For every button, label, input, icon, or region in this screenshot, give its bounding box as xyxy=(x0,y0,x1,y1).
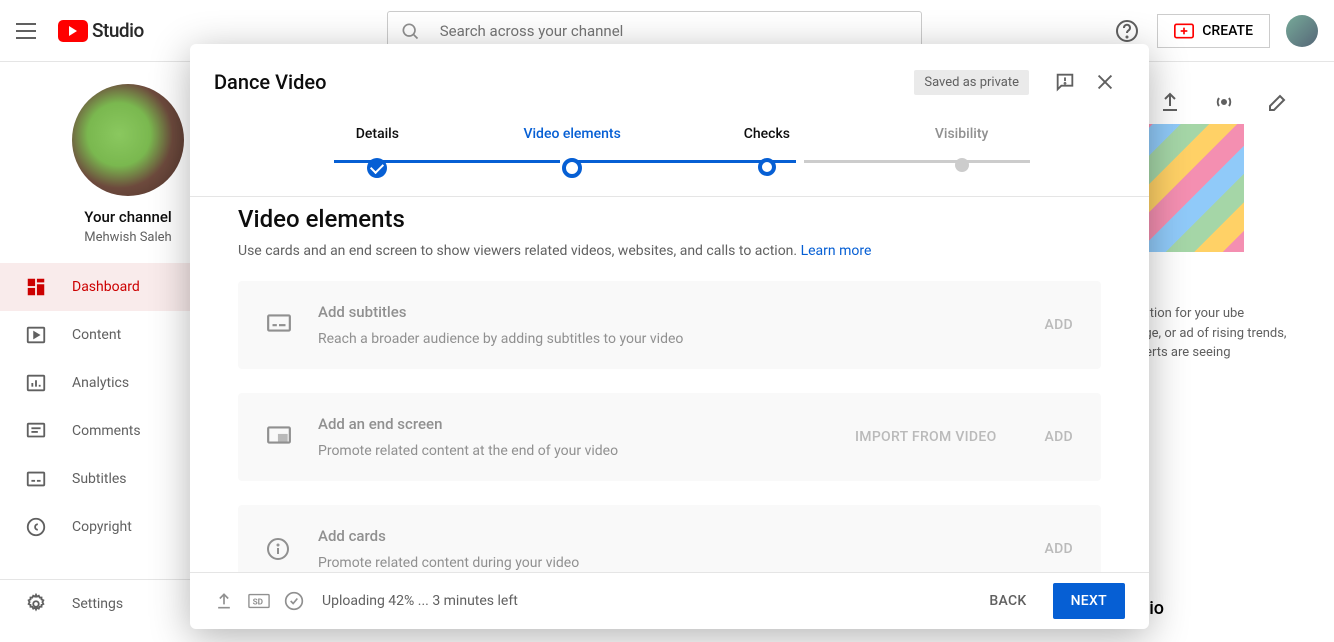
add-end-screen-button[interactable]: ADD xyxy=(1045,429,1073,445)
info-icon xyxy=(266,537,290,561)
stepper: Details Video elements Checks Visibility xyxy=(190,118,1149,197)
modal-header: Dance Video Saved as private xyxy=(190,44,1149,118)
card-title: Add subtitles xyxy=(318,303,1017,321)
end-screen-icon xyxy=(266,425,290,449)
import-from-video-button[interactable]: IMPORT FROM VIDEO xyxy=(855,429,997,445)
step-label: Details xyxy=(280,126,475,144)
check-circle-icon xyxy=(284,591,304,611)
step-label: Checks xyxy=(670,126,865,144)
card-title: Add cards xyxy=(318,527,1017,545)
step-label: Video elements xyxy=(475,126,670,144)
card-text: Add an end screen Promote related conten… xyxy=(318,415,827,459)
upload-modal: Dance Video Saved as private Details Vid… xyxy=(190,44,1149,629)
step-details[interactable]: Details xyxy=(280,126,475,178)
step-video-elements[interactable]: Video elements xyxy=(475,126,670,178)
card-desc: Promote related content at the end of yo… xyxy=(318,443,827,459)
learn-more-link[interactable]: Learn more xyxy=(801,243,872,259)
upload-status-text: Uploading 42% ... 3 minutes left xyxy=(322,593,963,609)
step-label: Visibility xyxy=(864,126,1059,144)
card-desc: Reach a broader audience by adding subti… xyxy=(318,331,1017,347)
svg-text:SD: SD xyxy=(253,598,264,608)
modal-footer: SD Uploading 42% ... 3 minutes left BACK… xyxy=(190,572,1149,629)
card-desc: Promote related content during your vide… xyxy=(318,555,1017,571)
subtitles-card: Add subtitles Reach a broader audience b… xyxy=(238,281,1101,369)
modal-title: Dance Video xyxy=(214,70,914,94)
step-disabled-icon xyxy=(955,158,969,172)
end-screen-card: Add an end screen Promote related conten… xyxy=(238,393,1101,481)
step-current-icon xyxy=(562,158,582,178)
check-icon xyxy=(367,158,387,178)
step-visibility[interactable]: Visibility xyxy=(864,126,1059,172)
close-icon[interactable] xyxy=(1085,62,1125,102)
next-button[interactable]: NEXT xyxy=(1053,583,1125,619)
section-desc-text: Use cards and an end screen to show view… xyxy=(238,243,801,259)
sd-icon: SD xyxy=(248,593,270,609)
subtitles-icon xyxy=(266,313,290,337)
back-button[interactable]: BACK xyxy=(977,583,1038,619)
modal-body: Video elements Use cards and an end scre… xyxy=(190,197,1149,572)
card-title: Add an end screen xyxy=(318,415,827,433)
add-cards-button[interactable]: ADD xyxy=(1045,541,1073,557)
feedback-icon[interactable] xyxy=(1045,62,1085,102)
section-title: Video elements xyxy=(238,205,1101,233)
step-pending-icon xyxy=(758,158,776,176)
upload-status-icon xyxy=(214,591,234,611)
step-checks[interactable]: Checks xyxy=(670,126,865,176)
card-text: Add cards Promote related content during… xyxy=(318,527,1017,571)
card-text: Add subtitles Reach a broader audience b… xyxy=(318,303,1017,347)
section-desc: Use cards and an end screen to show view… xyxy=(238,243,1101,259)
cards-card: Add cards Promote related content during… xyxy=(238,505,1101,572)
saved-badge: Saved as private xyxy=(914,70,1029,95)
step-line xyxy=(804,160,1030,163)
add-subtitles-button[interactable]: ADD xyxy=(1045,317,1073,333)
